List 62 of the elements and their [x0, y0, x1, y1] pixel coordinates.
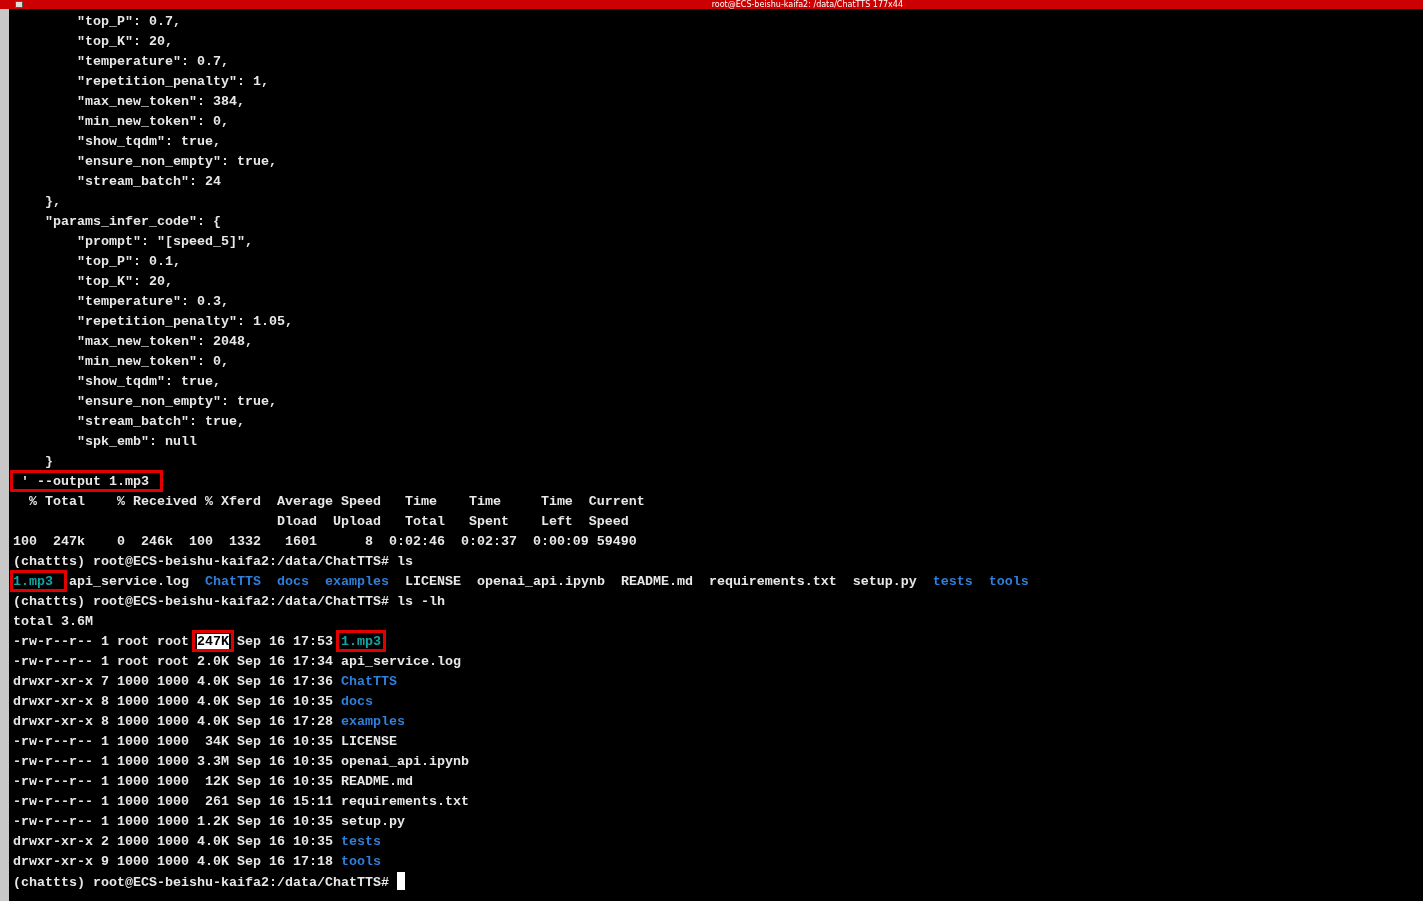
window-title: root@ECS-beishu-kaifa2: /data/ChatTTS 177x44 [711, 0, 903, 9]
terminal-line: -rw-r--r-- 1 1000 1000 3.3M Sep 16 10:35 openai_api.ipynb [13, 754, 469, 769]
terminal-line: "stream_batch": true, [76, 414, 245, 429]
terminal-line: (chattts) root@ECS-beishu-kaifa2:/data/ChatTTS# [13, 875, 390, 890]
terminal-line: "top_K": 20, [76, 274, 173, 289]
terminal-text: drwxr-xr-x 8 1000 1000 4.0K Sep 16 17:28 [13, 714, 334, 729]
terminal-line: "temperature": 0.3, [76, 294, 229, 309]
terminal-line: "top_P": 0.7, [76, 14, 181, 29]
terminal-line: "min_new_token": 0, [76, 114, 229, 129]
file-name: 1.mp3 [340, 634, 381, 649]
terminal-line: (chattts) root@ECS-beishu-kaifa2:/data/ChatTTS# ls -lh [13, 594, 445, 609]
terminal-text: LICENSE openai_api.ipynb README.md requirements.txt setup.py [403, 574, 918, 589]
terminal-line: -rw-r--r-- 1 1000 1000 34K Sep 16 10:35 LICENSE [13, 734, 397, 749]
directory-name: ChatTTS [340, 674, 397, 689]
directory-name: tools [987, 574, 1029, 589]
file-name: 1.mp3 [13, 574, 53, 589]
terminal-line: (chattts) root@ECS-beishu-kaifa2:/data/ChatTTS# ls [13, 554, 413, 569]
terminal-line: "show_tqdm": true, [76, 374, 221, 389]
directory-name: tools [340, 854, 381, 869]
terminal-line: -rw-r--r-- 1 root root 2.0K Sep 16 17:34 api_service.log [13, 654, 461, 669]
terminal-line: "temperature": 0.7, [76, 54, 229, 69]
terminal-text: -rw-r--r-- 1 root root [13, 634, 190, 649]
scrollbar[interactable] [0, 9, 9, 901]
terminal-line: "ensure_non_empty": true, [76, 394, 277, 409]
directory-name: examples [340, 714, 405, 729]
terminal-text: drwxr-xr-x 2 1000 1000 4.0K Sep 16 10:35 [13, 834, 334, 849]
window-menu-icon[interactable] [15, 1, 23, 8]
terminal-line: "max_new_token": 2048, [76, 334, 253, 349]
terminal-line: "params_infer_code": { [44, 214, 221, 229]
terminal-text: drwxr-xr-x 8 1000 1000 4.0K Sep 16 10:35 [13, 694, 334, 709]
terminal-line: -rw-r--r-- 1 1000 1000 12K Sep 16 10:35 README.md [13, 774, 413, 789]
directory-name: tests [340, 834, 381, 849]
terminal-line: "max_new_token": 384, [76, 94, 245, 109]
directory-name: ChatTTS [204, 574, 261, 589]
terminal-text: drwxr-xr-x 7 1000 1000 4.0K Sep 16 17:36 [13, 674, 334, 689]
terminal-line: 100 247k 0 246k 100 1332 1601 8 0:02:46 0:02:37 0:00:09 59490 [13, 534, 637, 549]
terminal-line: "show_tqdm": true, [76, 134, 221, 149]
terminal-line: % Total % Received % Xferd Average Speed Time Time Time Current [28, 494, 645, 509]
terminal-text: Sep 16 17:53 [235, 634, 334, 649]
directory-name: docs [275, 574, 309, 589]
terminal-line: "ensure_non_empty": true, [76, 154, 277, 169]
directory-name: examples [323, 574, 389, 589]
terminal-text: api_service.log [68, 574, 190, 589]
terminal-text: ' --output 1.mp3 [20, 474, 149, 489]
terminal-line: -rw-r--r-- 1 1000 1000 1.2K Sep 16 10:35 setup.py [13, 814, 405, 829]
terminal-line: -rw-r--r-- 1 1000 1000 261 Sep 16 15:11 requirements.txt [13, 794, 469, 809]
terminal-line: "prompt": "[speed_5]", [76, 234, 253, 249]
terminal-line: "min_new_token": 0, [76, 354, 229, 369]
selected-text: 247K [196, 634, 229, 649]
terminal-line: "repetition_penalty": 1.05, [76, 314, 293, 329]
terminal-line: "stream_batch": 24 [76, 174, 221, 189]
terminal-text: drwxr-xr-x 9 1000 1000 4.0K Sep 16 17:18 [13, 854, 334, 869]
terminal-line: "repetition_penalty": 1, [76, 74, 269, 89]
terminal-line: } [44, 454, 53, 469]
terminal-line: Dload Upload Total Spent Left Speed [275, 514, 629, 529]
terminal-line: total 3.6M [13, 614, 93, 629]
directory-name: docs [340, 694, 373, 709]
terminal-line: "top_K": 20, [76, 34, 173, 49]
terminal-line: "top_P": 0.1, [76, 254, 181, 269]
directory-name: tests [932, 574, 973, 589]
terminal-line: }, [44, 194, 61, 209]
terminal-line: "spk_emb": null [76, 434, 197, 449]
